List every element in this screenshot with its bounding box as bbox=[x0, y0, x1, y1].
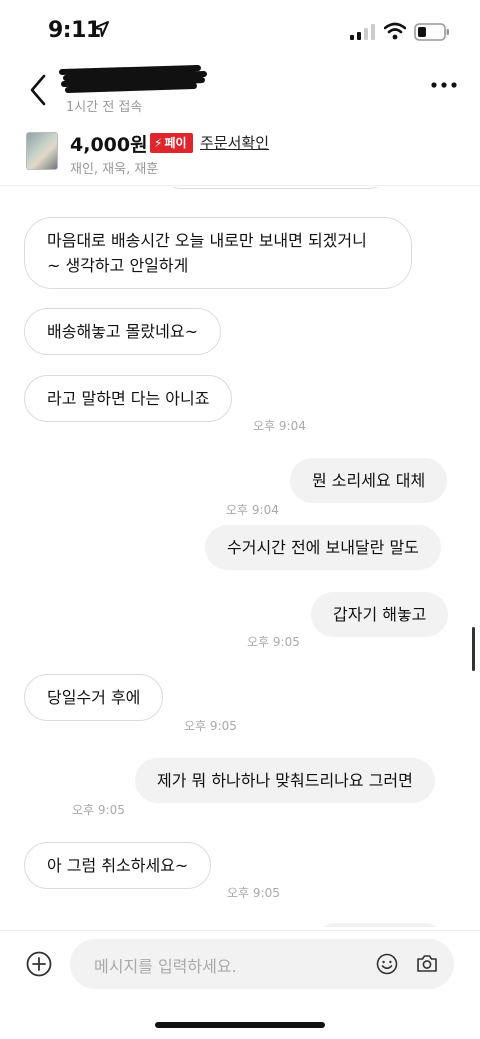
status-bar: 9:11 bbox=[0, 0, 480, 60]
message-bubble: 제가 뭐 하나하나 맞춰드리나요 그러면 bbox=[135, 758, 435, 803]
message-input-bar: 메시지를 입력하세요. bbox=[0, 930, 480, 1000]
product-price: 4,000원 bbox=[70, 134, 148, 156]
message-input[interactable]: 메시지를 입력하세요. bbox=[70, 939, 454, 989]
message-time: 오후 9:04 bbox=[226, 503, 279, 517]
message-bubble: 배송해놓고 몰랐네요~ bbox=[24, 308, 221, 355]
message-bubble: 당일수거 후에 bbox=[24, 674, 164, 721]
last-seen-text: 1시간 전 접속 bbox=[66, 100, 143, 115]
battery-icon bbox=[414, 23, 449, 41]
plus-circle-icon[interactable] bbox=[26, 951, 52, 977]
message-time: 오후 9:05 bbox=[227, 886, 280, 900]
pay-badge: ⚡ 페이 bbox=[150, 133, 193, 153]
message-time: 오후 9:05 bbox=[184, 719, 237, 733]
message-bubble: 라고 말하면 다는 아니죠 bbox=[24, 375, 233, 422]
message-time: 오후 9:05 bbox=[247, 635, 300, 649]
lightning-icon: ⚡ bbox=[154, 136, 163, 150]
message-bubble-partial bbox=[315, 923, 445, 927]
scrollbar-thumb[interactable] bbox=[472, 627, 475, 671]
message-bubble-partial bbox=[160, 187, 390, 189]
chevron-left-icon[interactable] bbox=[26, 70, 50, 110]
chat-header: 1시간 전 접속 bbox=[0, 60, 480, 120]
product-thumbnail[interactable] bbox=[26, 132, 58, 170]
more-icon[interactable] bbox=[430, 80, 458, 90]
location-arrow-icon bbox=[93, 21, 109, 37]
smile-icon[interactable] bbox=[376, 953, 398, 975]
message-bubble: 갑자기 해놓고 bbox=[311, 592, 449, 637]
product-bar[interactable]: 4,000원 ⚡ 페이 주문서확인 재인, 재욱, 재훈 bbox=[0, 124, 480, 186]
order-confirm-link[interactable]: 주문서확인 bbox=[200, 132, 269, 153]
camera-icon[interactable] bbox=[416, 952, 438, 974]
product-tags: 재인, 재욱, 재훈 bbox=[70, 162, 159, 177]
cellular-signal-icon bbox=[350, 24, 375, 40]
pay-badge-label: 페이 bbox=[164, 136, 187, 150]
message-bubble: 마음대로 배송시간 오늘 내로만 보내면 되겠거니 ~ 생각하고 안일하게 bbox=[24, 217, 412, 289]
chat-messages[interactable]: 마음대로 배송시간 오늘 내로만 보내면 되겠거니 ~ 생각하고 안일하게 배송… bbox=[0, 187, 480, 927]
message-input-placeholder: 메시지를 입력하세요. bbox=[94, 957, 237, 976]
message-bubble: 수거시간 전에 보내달란 말도 bbox=[205, 525, 441, 570]
message-bubble: 아 그럼 취소하세요~ bbox=[24, 842, 212, 889]
home-indicator[interactable] bbox=[155, 1022, 325, 1028]
wifi-icon bbox=[384, 22, 406, 40]
message-time: 오후 9:04 bbox=[253, 419, 306, 433]
redacted-name-scribble bbox=[59, 65, 207, 93]
message-time: 오후 9:05 bbox=[72, 803, 125, 817]
message-bubble: 뭔 소리세요 대체 bbox=[290, 458, 448, 503]
